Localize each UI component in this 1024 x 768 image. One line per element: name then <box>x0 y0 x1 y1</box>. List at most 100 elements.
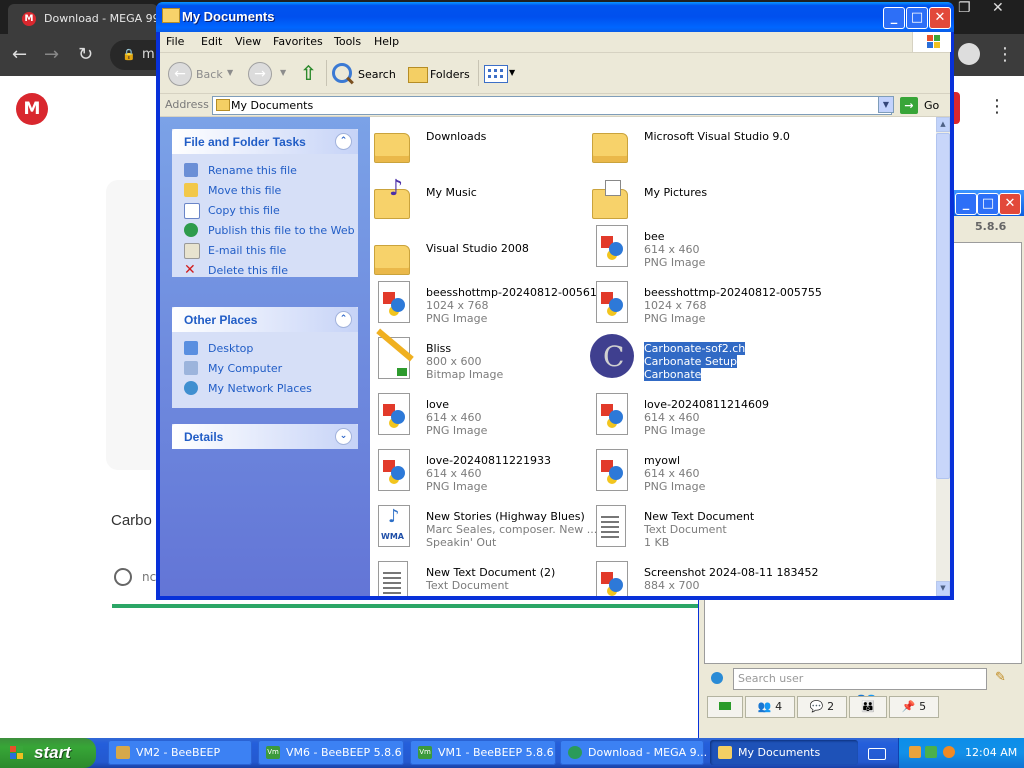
vertical-scrollbar[interactable]: ▲ ▼ <box>936 117 950 596</box>
browser-forward-icon[interactable]: → <box>44 44 59 65</box>
file-item[interactable]: Screenshot 2024-08-11 183452 884 x 700 <box>588 553 818 596</box>
expand-chevron-icon[interactable]: ⌄ <box>335 428 352 445</box>
views-dropdown-icon[interactable]: ▼ <box>509 68 515 77</box>
place-my-computer[interactable]: My Computer <box>172 358 358 378</box>
menu-tools[interactable]: Tools <box>334 35 361 48</box>
file-item[interactable]: Bliss 800 x 600 Bitmap Image <box>370 329 580 383</box>
close-icon[interactable]: ✕ <box>929 7 951 29</box>
task-copy[interactable]: Copy this file <box>172 200 358 220</box>
vmware-icon: Vm <box>418 746 432 759</box>
file-name: Visual Studio 2008 <box>426 242 529 255</box>
tab-home[interactable] <box>707 696 743 718</box>
task-delete[interactable]: ✕ Delete this file <box>172 260 358 280</box>
file-item[interactable]: beesshottmp-20240812-005755 1024 x 768 PNG… <box>588 273 822 327</box>
mega-logo[interactable]: M <box>16 93 48 125</box>
start-button[interactable]: start <box>0 738 96 768</box>
address-input[interactable]: My Documents <box>212 96 892 115</box>
file-item[interactable]: New Stories (Highway Blues)Marc Seales, … <box>370 497 597 551</box>
browser-restore-icon[interactable]: ❐ <box>958 0 971 16</box>
tab-users[interactable]: 👥 4 <box>745 696 795 718</box>
menu-favorites[interactable]: Favorites <box>273 35 323 48</box>
browser-menu-icon[interactable]: ⋮ <box>996 44 1014 65</box>
forward-dropdown-icon[interactable]: ▼ <box>280 68 286 77</box>
place-desktop[interactable]: Desktop <box>172 338 358 358</box>
file-item[interactable]: Downloads <box>370 117 580 171</box>
task-move[interactable]: Move this file <box>172 180 358 200</box>
file-item[interactable]: New Text Document (2) Text Document <box>370 553 580 596</box>
mega-menu-icon[interactable]: ⋮ <box>988 96 1006 117</box>
file-name: Bliss <box>426 342 452 355</box>
scroll-up-icon[interactable]: ▲ <box>936 117 950 132</box>
file-detail: 614 x 460 <box>644 467 700 480</box>
collapse-chevron-icon[interactable]: ⌃ <box>335 311 352 328</box>
collapse-chevron-icon[interactable]: ⌃ <box>335 133 352 150</box>
tab-groups[interactable]: 👪 <box>849 696 887 718</box>
taskbar-item-vm2[interactable]: VM2 - BeeBEEP <box>108 740 252 765</box>
file-item[interactable]: Microsoft Visual Studio 9.0 <box>588 117 798 171</box>
search-icon[interactable] <box>332 63 352 83</box>
file-item[interactable]: love-20240811214609 614 x 460 PNG Image <box>588 385 798 439</box>
other-places-header[interactable]: Other Places ⌃ <box>172 307 358 332</box>
scroll-down-icon[interactable]: ▼ <box>936 581 950 596</box>
back-arrow-icon[interactable]: ← <box>168 62 192 86</box>
beebeep-tray-icon[interactable] <box>909 746 921 758</box>
taskbar-item-vm6[interactable]: Vm VM6 - BeeBEEP 5.8.6 <box>258 740 404 765</box>
menu-view[interactable]: View <box>235 35 261 48</box>
up-folder-icon[interactable]: ⇧ <box>300 62 320 84</box>
views-icon[interactable] <box>484 65 508 83</box>
groups-icon: 👪 <box>861 700 875 713</box>
folder-icon <box>592 133 628 163</box>
profile-avatar-icon[interactable] <box>958 43 980 65</box>
beebeep-close-icon[interactable]: ✕ <box>999 193 1021 215</box>
file-folder-tasks-header[interactable]: File and Folder Tasks ⌃ <box>172 129 358 154</box>
keyboard-icon[interactable] <box>868 748 886 760</box>
folders-button[interactable]: Folders <box>430 68 470 81</box>
file-item[interactable]: love-20240811221933 614 x 460 PNG Image <box>370 441 580 495</box>
task-rename[interactable]: Rename this file <box>172 160 358 180</box>
taskbar-item-my-documents[interactable]: My Documents <box>710 740 858 765</box>
search-button[interactable]: Search <box>358 68 396 81</box>
menu-edit[interactable]: Edit <box>201 35 222 48</box>
explorer-titlebar[interactable]: My Documents _ □ ✕ <box>156 2 954 32</box>
address-dropdown-icon[interactable]: ▼ <box>878 96 894 113</box>
search-user-input[interactable]: Search user <box>733 668 987 690</box>
menu-help[interactable]: Help <box>374 35 399 48</box>
scrollbar-thumb[interactable] <box>936 133 950 479</box>
taskbar-clock[interactable]: 12:04 AM <box>965 746 1017 759</box>
taskbar-item-vm1[interactable]: Vm VM1 - BeeBEEP 5.8.6 <box>410 740 556 765</box>
file-name: Microsoft Visual Studio 9.0 <box>644 130 790 143</box>
menu-file[interactable]: File <box>166 35 184 48</box>
task-email[interactable]: E-mail this file <box>172 240 358 260</box>
file-item[interactable]: beesshottmp-20240812-005614 1024 x 768 PNG… <box>370 273 604 327</box>
browser-tab-mega[interactable]: M Download - MEGA 99% <box>8 4 170 34</box>
file-item-selected[interactable]: Carbonate-sof2.chCarbonate SetupCarbonat… <box>588 329 798 383</box>
browser-reload-icon[interactable]: ↻ <box>78 44 93 65</box>
maximize-icon[interactable]: □ <box>906 7 928 29</box>
details-header[interactable]: Details ⌄ <box>172 424 358 449</box>
go-button[interactable]: Go <box>924 99 939 112</box>
file-item[interactable]: New Text Document Text Document 1 KB <box>588 497 798 551</box>
back-button-label[interactable]: Back <box>196 68 223 81</box>
folders-icon[interactable] <box>408 67 428 83</box>
beebeep-minimize-icon[interactable]: _ <box>955 193 977 215</box>
place-network[interactable]: My Network Places <box>172 378 358 398</box>
taskbar-item-mega[interactable]: Download - MEGA 9... <box>560 740 707 765</box>
clear-search-icon[interactable]: ✎ <box>995 670 1006 685</box>
beebeep-maximize-icon[interactable]: □ <box>977 193 999 215</box>
status-icon[interactable] <box>711 672 723 684</box>
tab-files[interactable]: 📌 5 <box>889 696 939 718</box>
task-publish[interactable]: Publish this file to the Web <box>172 220 358 240</box>
file-item[interactable]: bee 614 x 460 PNG Image <box>588 217 798 271</box>
back-dropdown-icon[interactable]: ▼ <box>227 68 233 77</box>
search-tray-icon[interactable] <box>943 746 955 758</box>
forward-arrow-icon[interactable]: → <box>248 62 272 86</box>
file-item[interactable]: My Music <box>370 173 580 227</box>
browser-back-icon[interactable]: ← <box>12 44 27 65</box>
go-arrow-icon[interactable]: → <box>900 97 918 114</box>
file-item[interactable]: love 614 x 460 PNG Image <box>370 385 580 439</box>
network-tray-icon[interactable] <box>925 746 937 758</box>
browser-close-icon[interactable]: ✕ <box>992 0 1004 16</box>
tab-chats[interactable]: 💬 2 <box>797 696 847 718</box>
file-item[interactable]: myowl 614 x 460 PNG Image <box>588 441 798 495</box>
minimize-icon[interactable]: _ <box>883 7 905 29</box>
